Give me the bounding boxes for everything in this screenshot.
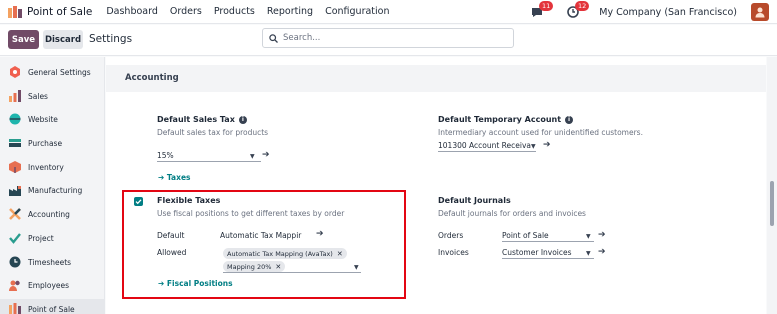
project-icon [8,232,21,245]
sidebar-item-label: General Settings [28,67,91,77]
website-icon [8,113,21,126]
invoices-journal-label: Invoices [438,248,469,257]
sidebar-item-timesheets[interactable]: Timesheets [0,252,105,272]
company-switcher[interactable]: My Company (San Francisco) [599,7,737,18]
internal-link-arrow-icon[interactable]: ➔ [262,150,270,160]
employees-icon [8,279,21,292]
invoices-journal-select[interactable]: Customer Invoices [502,248,594,259]
inventory-icon [8,161,21,174]
orders-journal-label: Orders [438,231,464,240]
sidebar-item-label: Website [28,114,58,124]
scrollbar-thumb[interactable] [770,181,774,226]
sidebar-item-label: Accounting [28,209,70,219]
section-header: Accounting [106,65,766,92]
sidebar-item-general-settings[interactable]: General Settings [0,62,105,82]
chevron-down-icon[interactable]: ▼ [531,143,536,150]
sidebar-item-accounting[interactable]: Accounting [0,204,105,224]
user-avatar[interactable] [751,3,769,21]
sidebar-item-employees[interactable]: Employees [0,275,105,295]
control-panel: Save Discard Settings [0,25,777,56]
setting-title-text: Default Sales Tax [157,115,235,124]
scrollbar[interactable] [767,57,777,314]
sidebar-item-label: Point of Sale [28,304,75,314]
systray: 11 12 My Company (San Francisco) [529,0,769,24]
sidebar-item-inventory[interactable]: Inventory [0,157,105,177]
sidebar-item-label: Inventory [28,162,64,172]
sidebar-item-label: Purchase [28,138,63,148]
menu-dashboard[interactable]: Dashboard [106,6,158,17]
chevron-down-icon[interactable]: ▼ [586,250,591,257]
sidebar-item-label: Sales [28,91,48,101]
sidebar-item-manufacturing[interactable]: Manufacturing [0,180,105,200]
menu-products[interactable]: Products [214,6,255,17]
setting-title-text: Default Temporary Account [438,115,562,124]
sidebar-item-purchase[interactable]: Purchase [0,133,105,153]
default-journals-title: Default Journals [438,196,511,205]
sidebar-item-label: Manufacturing [28,185,83,195]
default-sales-tax-select[interactable]: 15% [157,151,261,162]
point-of-sale-icon [8,303,21,314]
chevron-down-icon[interactable]: ▼ [250,153,255,160]
info-icon[interactable]: i [565,116,574,124]
messages-button[interactable]: 11 [529,1,554,20]
search-icon [269,33,278,43]
sidebar-item-project[interactable]: Project [0,228,105,248]
orders-journal-select[interactable]: Point of Sale [502,231,594,242]
accounting-icon [8,208,21,221]
link-label: Taxes [166,173,191,182]
section-title: Accounting [125,73,179,83]
page-title: Settings [89,33,133,45]
menu-orders[interactable]: Orders [170,6,202,17]
arrow-right-icon: ➔ [158,173,167,182]
sidebar-item-label: Employees [28,280,70,290]
manufacturing-icon [8,184,21,197]
internal-link-arrow-icon[interactable]: ➔ [543,140,551,150]
activities-button[interactable]: 12 [565,1,590,20]
sidebar-item-sales[interactable]: Sales [0,86,105,106]
discard-button[interactable]: Discard [43,30,83,49]
messages-badge: 11 [538,1,554,11]
menu-reporting[interactable]: Reporting [267,6,313,17]
internal-link-arrow-icon[interactable]: ➔ [598,230,606,240]
top-navbar: Point of Sale Dashboard Orders Products … [0,0,777,24]
sidebar-item-point-of-sale[interactable]: Point of Sale [0,299,105,314]
settings-sidebar: General Settings Sales Website Purchase … [0,57,105,314]
default-temp-account-select[interactable]: 101300 Account Receiva [438,141,536,152]
info-icon[interactable]: i [238,116,247,124]
general-settings-icon [8,66,21,79]
app-title[interactable]: Point of Sale [27,6,92,18]
pos-app-icon[interactable] [8,5,22,19]
timesheets-icon [8,256,21,269]
user-icon [755,7,765,18]
default-temp-account-desc: Intermediary account used for unidentifi… [438,128,643,137]
sales-icon [8,90,21,103]
internal-link-arrow-icon[interactable]: ➔ [598,247,606,257]
chevron-down-icon[interactable]: ▼ [586,233,591,240]
default-temp-account-title: Default Temporary Account i [438,115,574,124]
default-sales-tax-title: Default Sales Tax i [157,115,247,124]
menu-configuration[interactable]: Configuration [325,6,389,17]
purchase-icon [8,137,21,150]
search-box[interactable] [262,28,514,48]
taxes-link[interactable]: ➔ Taxes [158,173,191,182]
sidebar-item-website[interactable]: Website [0,109,105,129]
default-journals-desc: Default journals for orders and invoices [438,209,586,218]
highlight-box [122,190,406,299]
main-menu: Dashboard Orders Products Reporting Conf… [106,6,389,17]
sidebar-item-label: Project [28,233,54,243]
activities-badge: 12 [574,1,590,11]
sidebar-item-label: Timesheets [28,257,72,267]
save-button[interactable]: Save [8,30,39,49]
default-sales-tax-desc: Default sales tax for products [157,128,269,137]
search-input[interactable] [283,33,483,43]
